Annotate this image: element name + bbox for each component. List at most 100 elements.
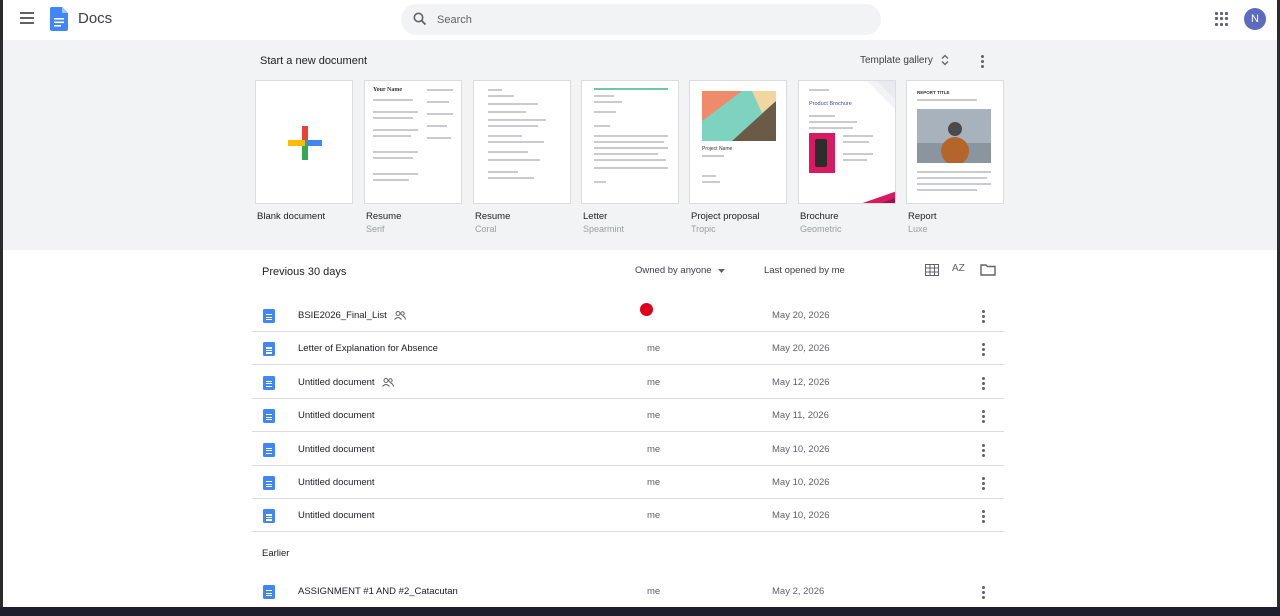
more-vert-icon[interactable]	[982, 586, 985, 599]
thumb-product-brochure: Product Brochure	[809, 101, 852, 107]
last-opened-date: May 11, 2026	[772, 410, 829, 422]
document-row[interactable]: Untitled document me May 10, 2026	[252, 433, 1004, 466]
report-luxe-thumbnail: REPORT TITLE	[906, 80, 1004, 204]
document-name: Untitled document	[298, 510, 375, 522]
brochure-geometric-thumbnail: Product Brochure	[798, 80, 896, 204]
docs-logo-icon[interactable]	[50, 7, 68, 31]
earlier-heading: Earlier	[262, 548, 290, 559]
template-style: Spearmint	[583, 224, 625, 234]
shared-people-icon	[381, 377, 394, 387]
thumb-report-title: REPORT TITLE	[917, 90, 950, 95]
template-project-proposal[interactable]: Project Name Project proposal Tropic	[689, 80, 787, 234]
template-blank-document[interactable]: Blank document	[255, 80, 353, 222]
last-opened-date: May 2, 2026	[772, 586, 825, 597]
shared-people-icon	[393, 310, 406, 320]
template-name: Letter	[583, 211, 608, 222]
more-vert-icon[interactable]	[982, 477, 985, 490]
document-name: Untitled document	[298, 477, 375, 488]
chevron-down-icon	[717, 268, 725, 273]
template-name: Report	[908, 211, 937, 222]
document-row[interactable]: ASSIGNMENT #1 AND #2_Catacutan me May 2, 2…	[252, 575, 1004, 608]
template-name: Resume	[366, 211, 402, 222]
more-vert-icon[interactable]	[979, 55, 985, 69]
sort-arrows-icon	[941, 54, 949, 66]
more-vert-icon[interactable]	[982, 343, 985, 357]
document-name: Untitled document	[298, 410, 375, 422]
sort-dropdown[interactable]: Last opened by me	[764, 265, 845, 276]
owner-cell: me	[647, 586, 661, 597]
avatar[interactable]: N	[1244, 8, 1266, 30]
more-vert-icon[interactable]	[982, 510, 985, 524]
search-box[interactable]	[401, 4, 881, 35]
sort-az-icon[interactable]: AZ	[952, 263, 965, 274]
template-gallery-button[interactable]: Template gallery	[860, 54, 949, 66]
document-row[interactable]: BSIE2026_Final_List May 20, 2026	[252, 299, 1004, 332]
template-resume-coral[interactable]: Resume Coral	[473, 80, 571, 234]
grid-view-icon[interactable]	[925, 264, 939, 276]
document-row[interactable]: Untitled document me May 10, 2026	[252, 466, 1004, 499]
blank-thumbnail	[255, 80, 353, 204]
template-style: Luxe	[908, 224, 928, 234]
doc-icon	[263, 342, 275, 357]
owner-cell: me	[647, 477, 661, 488]
last-opened-date: May 10, 2026	[772, 510, 830, 522]
plus-icon	[288, 126, 322, 160]
document-row[interactable]: Untitled document me May 12, 2026	[252, 366, 1004, 399]
template-style: Geometric	[800, 224, 842, 234]
document-row[interactable]: Untitled document me May 11, 2026	[252, 399, 1004, 433]
document-name-cell: Untitled document	[298, 444, 375, 455]
geometric-corner-graphic	[867, 81, 895, 109]
search-input[interactable]	[437, 10, 857, 30]
letter-spearmint-thumbnail	[581, 80, 679, 204]
document-row[interactable]: Untitled document me May 10, 2026	[252, 499, 1004, 533]
owner-cell: me	[647, 410, 661, 422]
last-opened-date: May 10, 2026	[772, 443, 830, 455]
document-name: Untitled document	[298, 443, 375, 455]
doc-icon	[263, 585, 275, 599]
owner-cell: me	[647, 510, 661, 522]
template-letter-spearmint[interactable]: Letter Spearmint	[581, 80, 679, 234]
more-vert-icon[interactable]	[982, 410, 985, 424]
doc-icon	[263, 309, 275, 323]
template-report-luxe[interactable]: REPORT TITLE Report Luxe	[906, 80, 1004, 234]
report-photo	[917, 109, 991, 163]
template-brochure-geometric[interactable]: Product Brochure Brochure Geometric	[798, 80, 896, 234]
app-title[interactable]: Docs	[78, 10, 112, 27]
more-vert-icon[interactable]	[982, 443, 985, 457]
document-name-cell: ASSIGNMENT #1 AND #2_Catacutan	[298, 586, 458, 597]
doc-icon	[263, 476, 275, 490]
owner-cell: me	[647, 443, 661, 455]
template-gallery-label: Template gallery	[860, 54, 933, 66]
cursor-indicator	[640, 303, 653, 316]
document-row[interactable]: Letter of Explanation for Absence me May 2…	[252, 332, 1004, 366]
document-name-cell: BSIE2026_Final_List	[298, 310, 406, 321]
document-name: ASSIGNMENT #1 AND #2_Catacutan	[298, 586, 458, 597]
template-name: Blank document	[257, 211, 326, 222]
template-resume-serif[interactable]: Your Name Resume Serif	[364, 80, 462, 234]
owner-filter-dropdown[interactable]: Owned by anyone	[635, 265, 725, 276]
document-name-cell: Untitled document	[298, 510, 375, 521]
document-name: Letter of Explanation for Absence	[298, 343, 438, 355]
doc-icon	[263, 442, 275, 457]
template-name: Brochure	[800, 211, 839, 222]
previous-30-days-heading: Previous 30 days	[262, 266, 347, 278]
app-header: Docs N	[3, 0, 1277, 40]
doc-icon	[263, 509, 275, 524]
tropic-graphic	[702, 91, 776, 141]
template-style: Serif	[366, 224, 385, 234]
more-vert-icon[interactable]	[982, 376, 985, 390]
thumb-your-name: Your Name	[373, 87, 403, 93]
search-icon[interactable]	[413, 12, 427, 26]
document-name: BSIE2026_Final_List	[298, 310, 387, 321]
last-opened-date: May 20, 2026	[772, 310, 830, 321]
owner-cell: me	[647, 343, 661, 355]
start-new-heading: Start a new document	[260, 55, 368, 67]
template-style: Coral	[475, 224, 497, 234]
menu-icon[interactable]	[20, 12, 34, 24]
project-proposal-thumbnail: Project Name	[689, 80, 787, 204]
doc-icon	[263, 375, 275, 390]
doc-icon	[263, 409, 275, 424]
folder-icon[interactable]	[980, 263, 996, 276]
apps-icon[interactable]	[1215, 12, 1229, 26]
more-vert-icon[interactable]	[982, 310, 985, 323]
